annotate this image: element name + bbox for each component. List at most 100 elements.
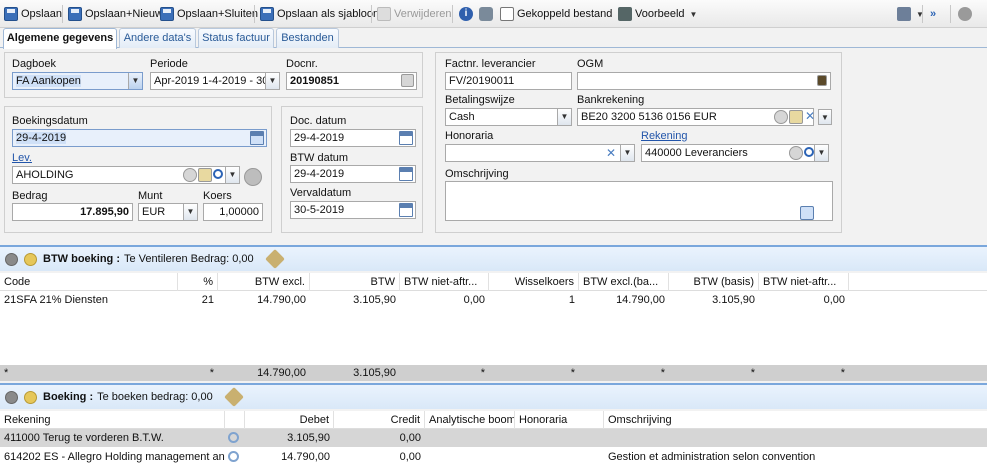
- toolbar-separator: [950, 5, 951, 23]
- rekening-field[interactable]: 440000 Leveranciers ▼: [641, 144, 829, 162]
- betalingswijze-select[interactable]: Cash ▼: [445, 108, 572, 126]
- search-icon[interactable]: [228, 451, 239, 462]
- lock-icon[interactable]: [401, 74, 414, 87]
- view-icon[interactable]: [789, 146, 803, 160]
- column-header[interactable]: BTW excl.: [218, 273, 310, 291]
- add-icon[interactable]: [5, 252, 18, 266]
- edit-icon[interactable]: [24, 252, 37, 266]
- column-header[interactable]: Wisselkoers: [489, 273, 579, 291]
- calendar-icon[interactable]: [250, 131, 264, 145]
- chevron-down-icon[interactable]: ▼: [183, 204, 197, 220]
- dagboek-select[interactable]: FA Aankopen ▼: [12, 72, 143, 90]
- column-header[interactable]: BTW (basis): [669, 273, 759, 291]
- save-button[interactable]: Opslaan: [4, 4, 62, 24]
- column-header[interactable]: Code: [0, 273, 178, 291]
- chevron-down-icon[interactable]: ▼: [818, 109, 832, 125]
- info-button[interactable]: i: [459, 4, 473, 24]
- sync-button[interactable]: [479, 4, 493, 24]
- close-icon[interactable]: ✕: [604, 146, 618, 160]
- save-new-button[interactable]: Opslaan+Nieuw: [68, 4, 163, 24]
- view-icon[interactable]: [774, 110, 788, 124]
- wrench-icon[interactable]: [223, 387, 244, 407]
- column-header[interactable]: BTW niet-aftr...: [400, 273, 489, 291]
- table-row[interactable]: 21SFA 21% Diensten 21 14.790,00 3.105,90…: [0, 291, 987, 309]
- linked-file-button[interactable]: Gekoppeld bestand▼: [500, 4, 625, 24]
- close-icon[interactable]: ✕: [803, 109, 817, 123]
- column-header[interactable]: %: [178, 273, 218, 291]
- btw-totals-row: * * 14.790,00 3.105,90 * * * * *: [0, 365, 987, 381]
- column-header[interactable]: Analytische boom: [425, 411, 515, 429]
- rekening-link[interactable]: Rekening: [641, 130, 687, 142]
- column-header[interactable]: Honoraria: [515, 411, 604, 429]
- total-cell: *: [4, 367, 9, 379]
- column-header[interactable]: [225, 411, 245, 429]
- chevron-down-icon[interactable]: ▼: [265, 73, 279, 89]
- edit-icon[interactable]: [789, 110, 803, 124]
- column-header[interactable]: Credit: [334, 411, 425, 429]
- column-header[interactable]: BTW excl.(ba...: [579, 273, 669, 291]
- column-header[interactable]: BTW: [310, 273, 400, 291]
- preview-button[interactable]: Voorbeeld ▼: [618, 4, 697, 24]
- periode-label: Periode: [150, 58, 188, 70]
- add-icon[interactable]: [5, 390, 18, 404]
- boekingsdatum-field[interactable]: 29-4-2019: [12, 129, 267, 147]
- layout-button[interactable]: ▼: [897, 4, 924, 24]
- chevron-down-icon[interactable]: ▼: [620, 145, 634, 161]
- munt-select[interactable]: EUR ▼: [138, 203, 198, 221]
- save-template-button[interactable]: Opslaan als sjabloon: [260, 4, 379, 24]
- calendar-icon[interactable]: [399, 203, 413, 217]
- calendar-icon[interactable]: [399, 131, 413, 145]
- table-row[interactable]: 411000 Terug te vorderen B.T.W. 3.105,90…: [0, 429, 987, 447]
- edit-icon[interactable]: [24, 390, 37, 404]
- bedrag-field[interactable]: 17.895,90: [12, 203, 133, 221]
- search-icon[interactable]: [804, 147, 814, 157]
- bankrekening-field[interactable]: BE20 3200 5136 0156 EUR: [577, 108, 814, 126]
- table-cell: [425, 429, 515, 447]
- chevron-down-icon[interactable]: ▼: [128, 73, 142, 89]
- chevron-down-icon[interactable]: ▼: [814, 145, 828, 161]
- tab-algemene-gegevens[interactable]: Algemene gegevens: [3, 28, 117, 49]
- search-icon[interactable]: [213, 169, 223, 179]
- delete-button[interactable]: Verwijderen: [377, 4, 451, 24]
- column-header[interactable]: BTW niet-aftr...: [759, 273, 849, 291]
- table-cell: 0,00: [399, 451, 421, 463]
- calendar-icon[interactable]: [399, 167, 413, 181]
- btwdatum-field[interactable]: 29-4-2019: [290, 165, 416, 183]
- wrench-icon[interactable]: [264, 249, 285, 269]
- tab-status-factuur[interactable]: Status factuur: [198, 28, 274, 48]
- chevron-down-icon[interactable]: ▼: [225, 167, 239, 183]
- lev-link[interactable]: Lev.: [12, 152, 32, 164]
- info-icon: i: [459, 7, 473, 21]
- column-header[interactable]: Debet: [245, 411, 334, 429]
- vervaldatum-label: Vervaldatum: [290, 187, 352, 199]
- tab-bestanden[interactable]: Bestanden: [276, 28, 339, 48]
- barcode-icon[interactable]: [817, 75, 827, 86]
- table-row[interactable]: 614202 ES - Allegro Holding management a…: [0, 448, 987, 466]
- chevron-down-icon[interactable]: ▼: [557, 109, 571, 125]
- view-icon[interactable]: [183, 168, 197, 182]
- docnr-field[interactable]: 20190851: [286, 72, 417, 90]
- periode-select[interactable]: Apr-2019 1-4-2019 - 30 ▼: [150, 72, 280, 90]
- table-cell: Gestion et administration selon conventi…: [608, 451, 816, 463]
- column-header[interactable]: Omschrijving: [604, 411, 987, 429]
- lev-field[interactable]: AHOLDING ▼: [12, 166, 240, 184]
- factnr-field[interactable]: FV/20190011: [445, 72, 572, 90]
- docdatum-field[interactable]: 29-4-2019: [290, 129, 416, 147]
- vervaldatum-field[interactable]: 30-5-2019: [290, 201, 416, 219]
- search-icon[interactable]: [228, 432, 239, 443]
- omschrijving-field[interactable]: [445, 181, 833, 221]
- tab-andere-datas[interactable]: Andere data's: [119, 28, 196, 48]
- koers-field[interactable]: 1,00000: [203, 203, 263, 221]
- notes-icon[interactable]: [800, 206, 814, 220]
- betalingswijze-label: Betalingswijze: [445, 94, 515, 106]
- edit-icon[interactable]: [198, 168, 212, 182]
- ogm-field[interactable]: [577, 72, 831, 90]
- next-button[interactable]: »: [930, 4, 936, 24]
- column-header[interactable]: Rekening: [0, 411, 225, 429]
- total-cell: *: [570, 367, 575, 379]
- settings-button[interactable]: [958, 4, 972, 24]
- toolbar-separator: [254, 5, 255, 23]
- gear-icon[interactable]: [244, 168, 262, 186]
- honoraria-field[interactable]: ✕ ▼: [445, 144, 635, 162]
- save-close-button[interactable]: Opslaan+Sluiten: [160, 4, 258, 24]
